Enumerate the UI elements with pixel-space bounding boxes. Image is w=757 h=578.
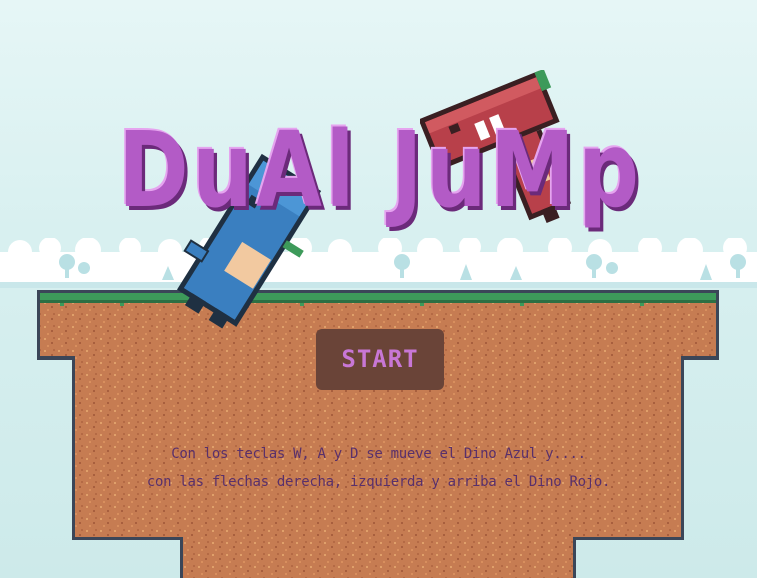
game-screen: DuAl JuMp START Con los teclas W, A y D … [0,0,757,578]
ground-platform [37,290,719,578]
instructions-line-2: con las flechas derecha, izquierda y arr… [146,474,611,490]
game-title: DuAl JuMp [118,109,643,231]
start-button[interactable]: START [316,329,444,390]
instructions-line-1: Con los teclas W, A y D se mueve el Dino… [171,446,586,462]
